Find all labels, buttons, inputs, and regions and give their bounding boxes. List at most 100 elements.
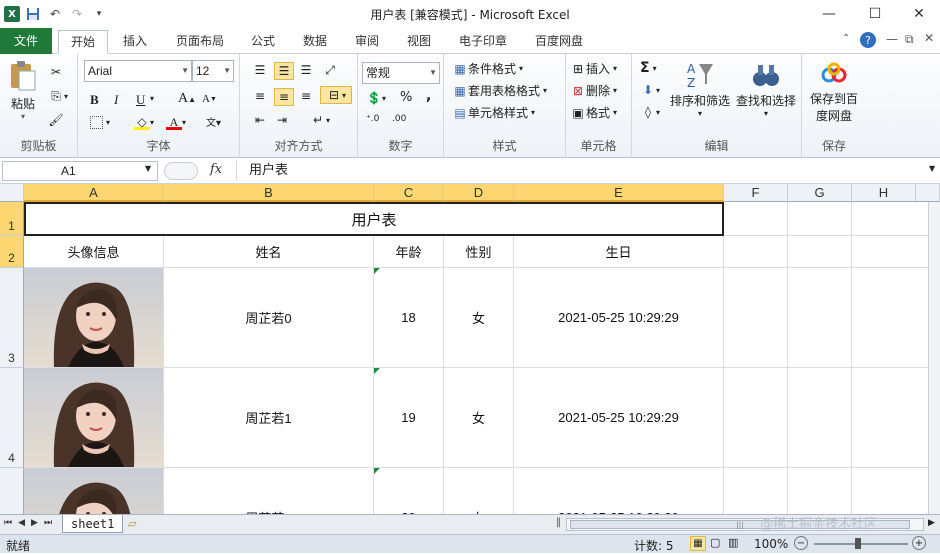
borders-icon[interactable]: ▾ bbox=[90, 116, 110, 129]
copy-icon[interactable]: ⎘ ▾ bbox=[48, 88, 68, 104]
header-gender[interactable]: 性别 bbox=[444, 236, 514, 268]
tab-baidu-pan[interactable]: 百度网盘 bbox=[526, 30, 592, 54]
cell-g1[interactable] bbox=[788, 202, 852, 236]
increase-decimal-icon[interactable]: ⁺.0 bbox=[366, 114, 379, 124]
phonetic-icon[interactable]: 文▾ bbox=[206, 114, 221, 129]
cell-gender[interactable]: 女 bbox=[444, 368, 514, 468]
format-as-table-button[interactable]: ▦ 套用表格格式 ▾ bbox=[452, 82, 547, 99]
underline-dropdown-icon[interactable]: ▾ bbox=[150, 94, 154, 103]
cell-avatar[interactable] bbox=[24, 468, 164, 514]
customize-qat-icon[interactable]: ▾ bbox=[90, 5, 108, 23]
column-header-f[interactable]: F bbox=[724, 184, 788, 202]
window-close-small-icon[interactable]: ✕ bbox=[924, 31, 934, 45]
insert-function-button[interactable]: fx bbox=[210, 162, 222, 177]
accounting-format-icon[interactable]: 💲 ▾ bbox=[366, 90, 387, 106]
format-cells-button[interactable]: ▣ 格式 ▾ bbox=[570, 104, 617, 121]
zoom-slider[interactable] bbox=[814, 543, 908, 545]
italic-button[interactable]: I bbox=[114, 92, 118, 108]
percent-button[interactable]: % bbox=[400, 90, 412, 105]
window-minimize-small-icon[interactable]: — bbox=[886, 32, 898, 46]
cell-h2[interactable] bbox=[852, 236, 940, 268]
conditional-formatting-button[interactable]: ▦ 条件格式 ▾ bbox=[452, 60, 523, 77]
underline-button[interactable]: U bbox=[136, 92, 145, 108]
cell-birthday[interactable]: 2021-05-25 10:29:29 bbox=[514, 468, 724, 514]
decrease-indent-icon[interactable]: ⇤ bbox=[252, 112, 268, 128]
column-header-g[interactable]: G bbox=[788, 184, 852, 202]
tab-review[interactable]: 审阅 bbox=[344, 30, 390, 54]
expand-formula-bar-icon[interactable]: ▼ bbox=[929, 164, 935, 173]
row-header-2[interactable]: 2 bbox=[0, 236, 24, 268]
tab-formulas[interactable]: 公式 bbox=[240, 30, 286, 54]
find-select-button[interactable]: 查找和选择 ▾ bbox=[734, 60, 798, 118]
align-top-icon[interactable]: ☰ bbox=[252, 62, 268, 78]
cut-icon[interactable]: ✂ bbox=[48, 64, 64, 80]
bold-button[interactable]: B bbox=[90, 92, 99, 108]
new-sheet-icon[interactable]: ▱ bbox=[128, 517, 136, 530]
cell-g2[interactable] bbox=[788, 236, 852, 268]
zoom-in-icon[interactable]: + bbox=[912, 536, 926, 550]
align-middle-icon[interactable]: ☰ bbox=[274, 62, 294, 80]
column-header-d[interactable]: D bbox=[444, 184, 514, 202]
cell-g4[interactable] bbox=[788, 368, 852, 468]
cell-name[interactable]: 周芷若0 bbox=[164, 268, 374, 368]
scroll-right-icon[interactable]: ▶ bbox=[928, 518, 935, 528]
cell-name[interactable]: 周芷若1 bbox=[164, 368, 374, 468]
align-bottom-icon[interactable]: ☰ bbox=[298, 62, 314, 78]
zoom-out-icon[interactable]: − bbox=[794, 536, 808, 550]
normal-view-icon[interactable]: ▦ bbox=[690, 536, 706, 551]
cell-g3[interactable] bbox=[788, 268, 852, 368]
zoom-slider-thumb[interactable] bbox=[855, 538, 861, 549]
column-header-e[interactable]: E bbox=[514, 184, 724, 202]
collapse-ribbon-icon[interactable]: ⌃ bbox=[842, 33, 850, 44]
row-header-1[interactable]: 1 bbox=[0, 202, 24, 236]
cell-age[interactable]: 18 bbox=[374, 268, 444, 368]
header-age[interactable]: 年龄 bbox=[374, 236, 444, 268]
shrink-font-icon[interactable]: A ▼ bbox=[202, 93, 217, 105]
select-all-corner[interactable] bbox=[0, 184, 24, 202]
cell-f1[interactable] bbox=[724, 202, 788, 236]
orientation-icon[interactable]: ⤢ bbox=[322, 62, 338, 78]
font-name-select[interactable]: Arial ▼ bbox=[84, 60, 192, 82]
merge-center-icon[interactable]: ⊟ ▾ bbox=[320, 86, 352, 104]
format-painter-icon[interactable]: 🖌 bbox=[48, 112, 64, 128]
page-layout-view-icon[interactable]: ▢ bbox=[710, 536, 720, 549]
insert-cells-button[interactable]: ⊞ 插入 ▾ bbox=[570, 60, 617, 77]
cell-gender[interactable]: 女 bbox=[444, 468, 514, 514]
cell-name[interactable]: 周芷若2 bbox=[164, 468, 374, 514]
redo-icon[interactable]: ↷ bbox=[68, 5, 86, 23]
name-box-dropdown-icon[interactable]: ▼ bbox=[145, 164, 151, 173]
tab-data[interactable]: 数据 bbox=[292, 30, 338, 54]
cell-birthday[interactable]: 2021-05-25 10:29:29 bbox=[514, 368, 724, 468]
tab-split-handle-icon[interactable]: ‖ bbox=[556, 517, 561, 528]
cell-f4[interactable] bbox=[724, 368, 788, 468]
maximize-button[interactable]: ☐ bbox=[852, 0, 898, 28]
cell-avatar[interactable] bbox=[24, 368, 164, 468]
cell-age[interactable]: 20 bbox=[374, 468, 444, 514]
column-header-b[interactable]: B bbox=[164, 184, 374, 202]
cell-h1[interactable] bbox=[852, 202, 940, 236]
delete-cells-button[interactable]: ⊠ 删除 ▾ bbox=[570, 82, 617, 99]
header-birthday[interactable]: 生日 bbox=[514, 236, 724, 268]
tab-file[interactable]: 文件 bbox=[0, 28, 52, 54]
minimize-button[interactable]: — bbox=[806, 0, 852, 28]
grow-font-icon[interactable]: A ▲ bbox=[178, 91, 196, 107]
cell-f5[interactable] bbox=[724, 468, 788, 514]
save-to-baidu-button[interactable]: 保存到百 度网盘 bbox=[806, 62, 862, 124]
tab-view[interactable]: 视图 bbox=[396, 30, 442, 54]
sheet-nav-icons[interactable]: ⏮◀▶⏭ bbox=[4, 518, 58, 528]
sheet-tab-active[interactable]: sheet1 bbox=[62, 515, 124, 533]
sort-filter-button[interactable]: AZ 排序和筛选 ▾ bbox=[668, 60, 732, 118]
vertical-scrollbar[interactable] bbox=[928, 202, 940, 514]
help-icon[interactable]: ? bbox=[860, 32, 876, 48]
undo-icon[interactable]: ↶ bbox=[46, 5, 64, 23]
cell-birthday[interactable]: 2021-05-25 10:29:29 bbox=[514, 268, 724, 368]
page-break-view-icon[interactable]: ▥ bbox=[728, 536, 738, 549]
cell-f2[interactable] bbox=[724, 236, 788, 268]
autosum-icon[interactable]: Σ ▾ bbox=[640, 60, 657, 76]
align-right-icon[interactable]: ≡ bbox=[298, 88, 314, 104]
comma-button[interactable]: , bbox=[426, 88, 431, 104]
tab-e-seal[interactable]: 电子印章 bbox=[450, 30, 516, 54]
fill-color-icon[interactable]: ◇ ▾ bbox=[134, 114, 154, 130]
header-avatar[interactable]: 头像信息 bbox=[24, 236, 164, 268]
column-header-c[interactable]: C bbox=[374, 184, 444, 202]
